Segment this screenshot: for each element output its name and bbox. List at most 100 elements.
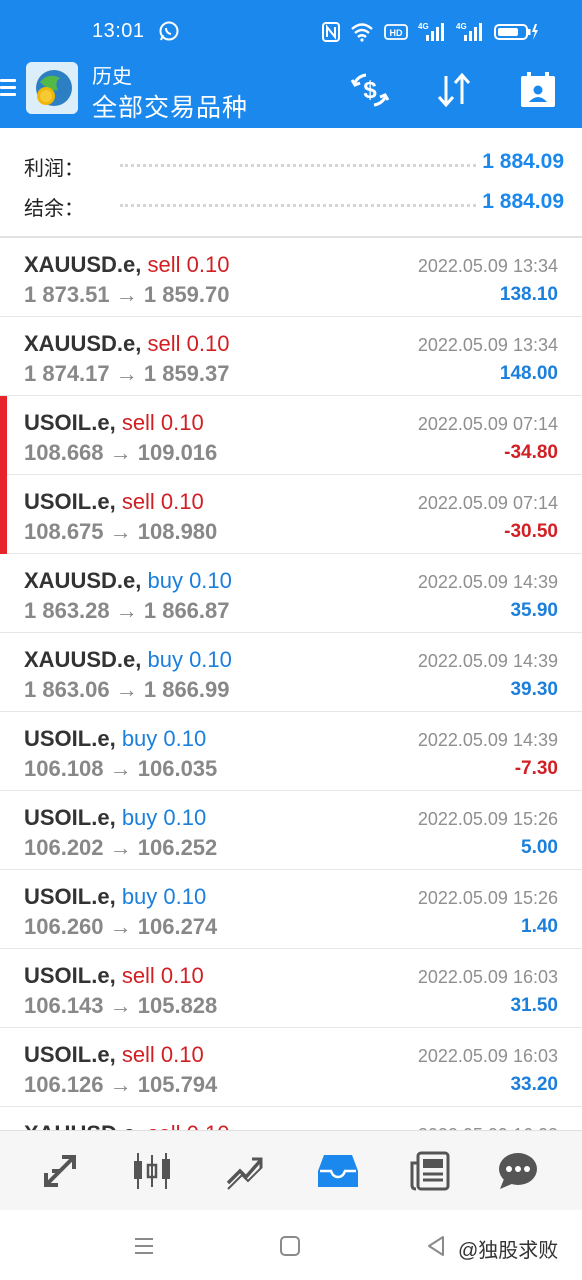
trade-side: sell 0.10 (121, 963, 204, 988)
trade-row[interactable]: XAUUSD.e, sell 0.10 1 874.17 → 1 859.37 20… (0, 317, 582, 396)
status-icons: HD 4G 4G (322, 20, 538, 44)
trade-symbol: XAUUSD.e, sell 0.10 (24, 252, 229, 278)
trade-symbol: USOIL.e, sell 0.10 (24, 489, 204, 515)
calendar-icon[interactable] (516, 68, 560, 112)
trade-date: 2022.05.09 15:26 (417, 809, 558, 829)
trade-side: buy 0.10 (121, 805, 207, 830)
balance-label: 结余： (24, 198, 84, 220)
whatsapp-icon (158, 20, 180, 42)
battery-icon (494, 22, 538, 42)
trade-date: 2022.05.09 13:34 (417, 256, 558, 276)
back-icon[interactable] (422, 1232, 450, 1260)
trade-profit: 5.00 (521, 837, 558, 858)
trade-date: 2022.05.09 13:34 (417, 335, 558, 355)
trade-row[interactable]: USOIL.e, sell 0.10 108.675 → 108.980 2022.… (0, 475, 582, 554)
trade-prices: 108.675 → 108.980 (24, 519, 218, 544)
symbol-name: USOIL.e, (24, 410, 116, 435)
trade-symbol: XAUUSD.e, sell 0.10 (24, 1121, 229, 1130)
svg-text:4G: 4G (418, 22, 429, 31)
trade-row[interactable]: USOIL.e, buy 0.10 106.202 → 106.252 2022.0… (0, 791, 582, 870)
trade-date: 2022.05.09 15:26 (417, 888, 558, 908)
bottom-tab-bar (0, 1130, 582, 1210)
trade-symbol: XAUUSD.e, sell 0.10 (24, 331, 229, 357)
watermark-text: @独股求败 (458, 1240, 559, 1262)
profit-row: 利润： 1 884.09 (24, 148, 564, 180)
trade-prices: 1 863.28 → 1 866.87 (24, 598, 230, 623)
chat-tab-icon[interactable] (494, 1147, 542, 1195)
news-tab-icon[interactable] (406, 1147, 454, 1195)
history-tab-icon[interactable] (314, 1147, 362, 1195)
trade-tab-icon[interactable] (220, 1147, 268, 1195)
symbol-name: USOIL.e, (24, 963, 116, 988)
signal-4g-icon: 4G (456, 21, 484, 43)
svg-text:4G: 4G (456, 22, 467, 31)
trade-symbol: XAUUSD.e, buy 0.10 (24, 647, 232, 673)
app-bar: 历史 全部交易品种 $ (0, 56, 582, 128)
page-title[interactable]: 全部交易品种 (92, 88, 248, 124)
trade-side: buy 0.10 (147, 568, 232, 593)
signal-4g-icon: 4G (418, 21, 446, 43)
trade-row[interactable]: XAUUSD.e, buy 0.10 1 863.28 → 1 866.87 202… (0, 554, 582, 633)
trade-symbol: USOIL.e, sell 0.10 (24, 963, 204, 989)
trade-row[interactable]: XAUUSD.e, sell 0.102022.05.09 16:03 (0, 1107, 582, 1130)
dotted-leader (120, 164, 476, 167)
dotted-leader (120, 204, 476, 207)
trade-symbol: USOIL.e, sell 0.10 (24, 410, 204, 436)
svg-text:$: $ (363, 77, 377, 104)
status-bar: 13:01 HD 4G 4G (0, 0, 582, 60)
symbol-name: USOIL.e, (24, 884, 116, 909)
symbol-name: XAUUSD.e, (24, 252, 142, 277)
svg-text:HD: HD (390, 28, 403, 38)
trade-profit: 33.20 (510, 1074, 558, 1095)
trade-profit: -7.30 (514, 758, 558, 779)
trade-side: buy 0.10 (147, 647, 232, 672)
trade-profit: 138.10 (499, 284, 558, 305)
trade-prices: 106.260 → 106.274 (24, 914, 218, 939)
recents-icon[interactable] (130, 1232, 158, 1260)
trade-profit: -34.80 (504, 442, 558, 463)
trade-row[interactable]: USOIL.e, buy 0.10 106.108 → 106.035 2022.0… (0, 712, 582, 791)
symbol-name: XAUUSD.e, (24, 331, 142, 356)
status-time: 13:01 (92, 20, 145, 42)
trade-row[interactable]: USOIL.e, sell 0.10 106.143 → 105.828 2022.… (0, 949, 582, 1028)
trade-date: 2022.05.09 14:39 (417, 651, 558, 671)
logo-icon (26, 62, 78, 114)
trade-date: 2022.05.09 14:39 (417, 572, 558, 592)
trade-date: 2022.05.09 14:39 (417, 730, 558, 750)
trade-symbol: USOIL.e, buy 0.10 (24, 805, 206, 831)
balance-value: 1 884.09 (482, 190, 564, 213)
home-icon[interactable] (276, 1232, 304, 1260)
loss-marker (0, 475, 7, 554)
menu-icon[interactable] (0, 76, 18, 104)
trade-prices: 106.126 → 105.794 (24, 1072, 218, 1097)
trade-prices: 1 874.17 → 1 859.37 (24, 361, 230, 386)
app-header: 13:01 HD 4G 4G 历史 全部交易品种 $ (0, 0, 582, 128)
trade-prices: 108.668 → 109.016 (24, 440, 218, 465)
sort-icon[interactable] (432, 68, 476, 112)
trade-profit: 148.00 (499, 363, 558, 384)
profit-label: 利润： (24, 158, 84, 180)
trade-side: sell 0.10 (147, 252, 230, 277)
symbol-name: USOIL.e, (24, 726, 116, 751)
trade-profit: 31.50 (510, 995, 558, 1016)
trade-prices: 106.108 → 106.035 (24, 756, 218, 781)
trade-symbol: USOIL.e, buy 0.10 (24, 726, 206, 752)
quotes-tab-icon[interactable] (36, 1147, 84, 1195)
trade-profit: 1.40 (521, 916, 558, 937)
page-subtitle: 历史 (92, 66, 132, 88)
trade-symbol: XAUUSD.e, buy 0.10 (24, 568, 232, 594)
chart-tab-icon[interactable] (128, 1147, 176, 1195)
symbol-name: XAUUSD.e, (24, 568, 142, 593)
trade-row[interactable]: XAUUSD.e, sell 0.10 1 873.51 → 1 859.70 20… (0, 238, 582, 317)
trade-side: buy 0.10 (121, 726, 207, 751)
trade-profit: 35.90 (510, 600, 558, 621)
currency-exchange-icon[interactable]: $ (348, 68, 392, 112)
nfc-icon (322, 22, 340, 42)
trade-row[interactable]: XAUUSD.e, buy 0.10 1 863.06 → 1 866.99 202… (0, 633, 582, 712)
symbol-name: USOIL.e, (24, 805, 116, 830)
trade-prices: 1 873.51 → 1 859.70 (24, 282, 230, 307)
trade-row[interactable]: USOIL.e, sell 0.10 108.668 → 109.016 2022.… (0, 396, 582, 475)
trade-row[interactable]: USOIL.e, buy 0.10 106.260 → 106.274 2022.0… (0, 870, 582, 949)
trade-row[interactable]: USOIL.e, sell 0.10 106.126 → 105.794 2022.… (0, 1028, 582, 1107)
trade-history-list[interactable]: XAUUSD.e, sell 0.10 1 873.51 → 1 859.70 20… (0, 238, 582, 1130)
